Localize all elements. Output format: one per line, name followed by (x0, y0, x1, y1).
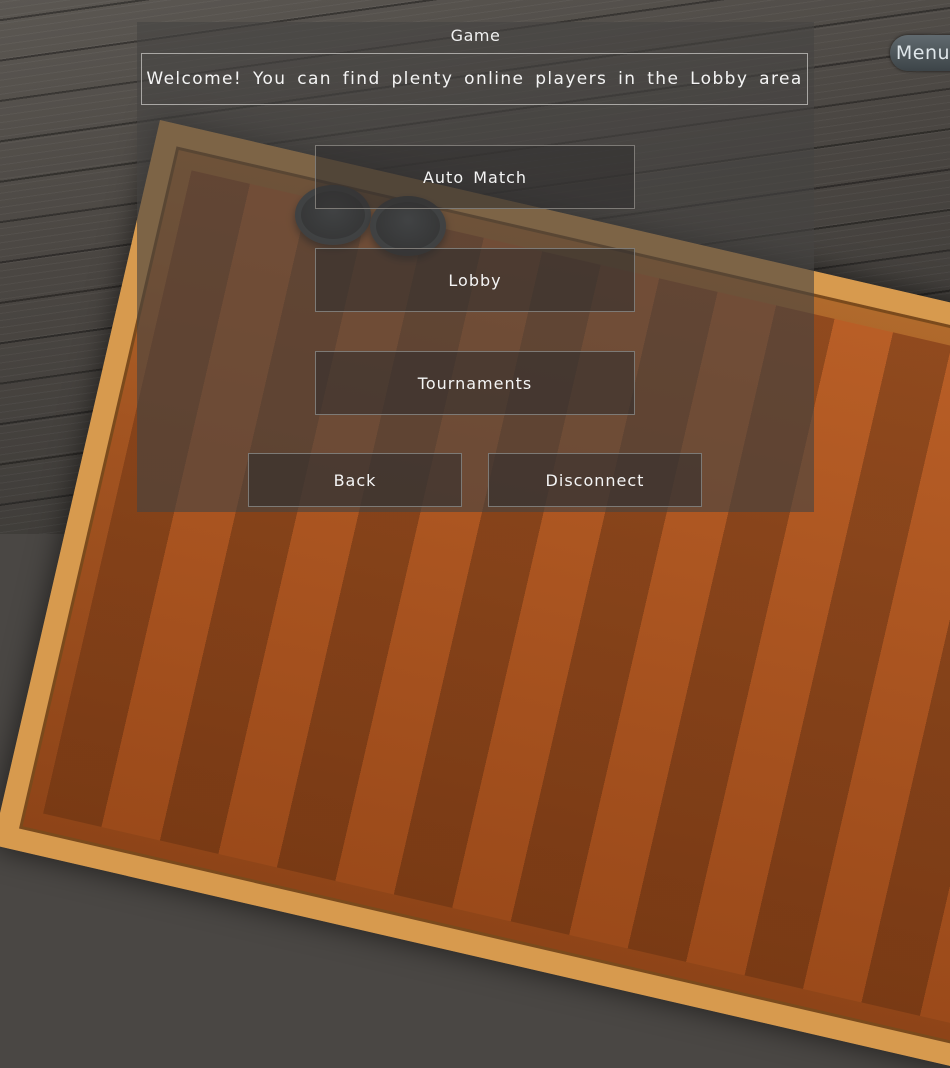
auto-match-button[interactable]: Auto Match (315, 145, 635, 209)
welcome-message-box: Welcome! You can find plenty online play… (141, 53, 808, 105)
game-menu-panel: Game Welcome! You can find plenty online… (137, 22, 814, 512)
auto-match-label: Auto Match (422, 167, 528, 187)
menu-button[interactable]: Menu (890, 35, 950, 71)
back-button[interactable]: Back (248, 453, 462, 507)
menu-label: Menu (895, 42, 950, 64)
back-label: Back (333, 470, 377, 490)
welcome-message-text: Welcome! You can find plenty online play… (146, 69, 803, 89)
disconnect-button[interactable]: Disconnect (488, 453, 702, 507)
tournaments-button[interactable]: Tournaments (315, 351, 635, 415)
tournaments-label: Tournaments (417, 373, 533, 393)
panel-title: Game (450, 26, 501, 45)
lobby-label: Lobby (448, 270, 502, 290)
lobby-button[interactable]: Lobby (315, 248, 635, 312)
disconnect-label: Disconnect (545, 470, 645, 490)
